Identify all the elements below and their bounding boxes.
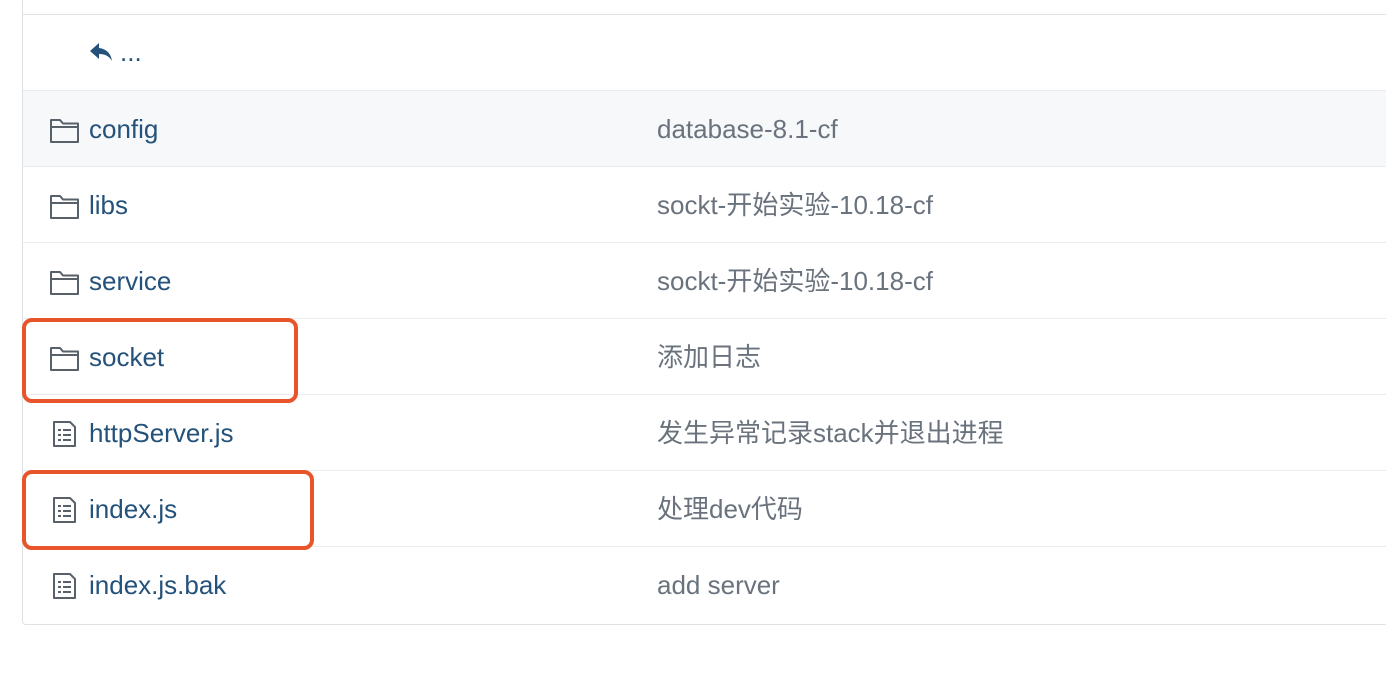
folder-icon	[50, 119, 79, 143]
table-row[interactable]: socket 添加日志	[23, 319, 1386, 395]
file-name-link[interactable]: index.js.bak	[89, 567, 226, 603]
reply-arrow-icon	[90, 43, 112, 61]
file-name-link[interactable]: service	[89, 263, 171, 299]
file-list-table: ... config database-8.1-cf libs sockt-开始…	[22, 0, 1386, 625]
table-row[interactable]: httpServer.js 发生异常记录stack并退出进程	[23, 395, 1386, 471]
commit-message[interactable]: 处理dev代码	[657, 491, 803, 527]
file-name-link[interactable]: index.js	[89, 491, 177, 527]
table-row[interactable]: libs sockt-开始实验-10.18-cf	[23, 167, 1386, 243]
file-text-icon	[53, 421, 76, 447]
commit-message[interactable]: 添加日志	[657, 339, 761, 375]
table-row[interactable]: index.js 处理dev代码	[23, 471, 1386, 547]
parent-directory-link[interactable]: ...	[88, 37, 142, 67]
file-name-link[interactable]: socket	[89, 339, 164, 375]
table-row[interactable]: config database-8.1-cf	[23, 91, 1386, 167]
folder-icon	[50, 347, 79, 371]
folder-icon	[50, 271, 79, 295]
parent-directory-row[interactable]: ...	[23, 15, 1386, 91]
table-row[interactable]: service sockt-开始实验-10.18-cf	[23, 243, 1386, 319]
commit-message[interactable]: database-8.1-cf	[657, 111, 838, 147]
commit-message[interactable]: sockt-开始实验-10.18-cf	[657, 263, 933, 299]
table-row[interactable]: index.js.bak add server	[23, 547, 1386, 623]
commit-message[interactable]: add server	[657, 567, 780, 603]
commit-message[interactable]: sockt-开始实验-10.18-cf	[657, 187, 933, 223]
folder-icon	[50, 195, 79, 219]
parent-directory-label: ...	[120, 36, 142, 67]
file-name-link[interactable]: libs	[89, 187, 128, 223]
commit-message[interactable]: 发生异常记录stack并退出进程	[657, 415, 1004, 451]
file-text-icon	[53, 497, 76, 523]
file-name-link[interactable]: config	[89, 111, 158, 147]
file-name-link[interactable]: httpServer.js	[89, 415, 234, 451]
file-text-icon	[53, 573, 76, 599]
